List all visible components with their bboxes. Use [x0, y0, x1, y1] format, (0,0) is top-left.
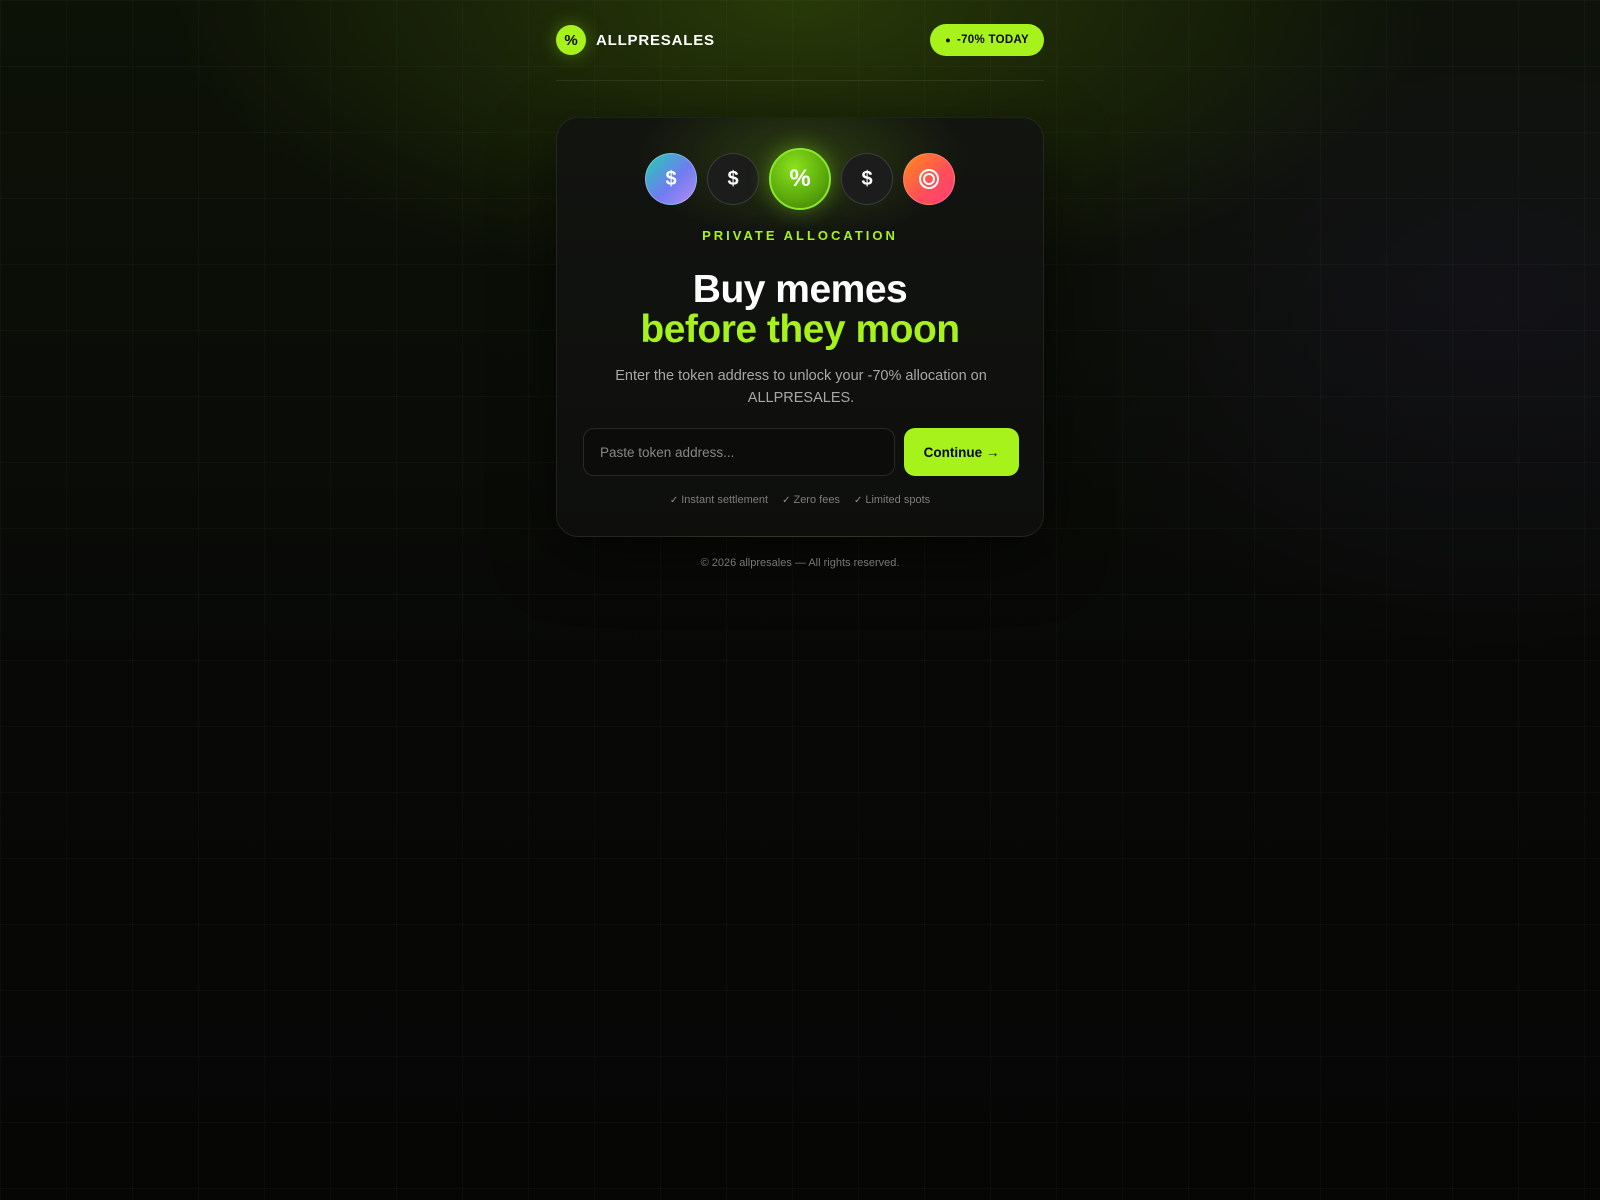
dollar-coin-icon: $ [841, 153, 893, 205]
allocation-card: $ $ % $ PRIVATE ALLOCATION Buy memes bef… [556, 117, 1044, 537]
headline: Buy memes before they moon [557, 270, 1043, 350]
badge-label: -70% TODAY [956, 34, 1029, 46]
check-icon: ✓ [782, 494, 791, 506]
feature-item: ✓ Limited spots [854, 494, 930, 506]
feature-label: Limited spots [865, 494, 931, 506]
brand-name: ALLPRESALES [596, 31, 715, 49]
percent-coin-icon: % [769, 148, 831, 210]
dot-icon: ● [945, 35, 951, 45]
token-form: Continue → [583, 428, 1019, 476]
subtext: Enter the token address to unlock your -… [615, 368, 987, 406]
page-container: % ALLPRESALES ● -70% TODAY $ $ % $ PRIVA… [556, 0, 1044, 569]
discount-badge: ● -70% TODAY [930, 24, 1044, 56]
coin-row: $ $ % $ [557, 148, 1043, 210]
feature-item: ✓ Zero fees [782, 494, 840, 506]
token-address-input[interactable] [583, 428, 895, 476]
ring-icon [919, 169, 939, 189]
dollar-coin-icon: $ [645, 153, 697, 205]
footer-copyright: © 2026 allpresales — All rights reserved… [700, 557, 900, 569]
percent-logo-icon: % [556, 25, 586, 55]
eyebrow-label: PRIVATE ALLOCATION [702, 228, 898, 243]
ring-coin-icon [903, 153, 955, 205]
dollar-coin-icon: $ [707, 153, 759, 205]
feature-label: Instant settlement [681, 494, 769, 506]
continue-button[interactable]: Continue → [904, 428, 1019, 476]
site-header: % ALLPRESALES ● -70% TODAY [556, 0, 1044, 81]
feature-list: ✓ Instant settlement ✓ Zero fees ✓ Limit… [557, 494, 1043, 506]
brand[interactable]: % ALLPRESALES [556, 25, 715, 55]
headline-line-1: Buy memes [692, 268, 908, 311]
feature-item: ✓ Instant settlement [670, 494, 768, 506]
headline-line-2: before they moon [640, 308, 960, 351]
feature-label: Zero fees [793, 494, 840, 506]
check-icon: ✓ [669, 494, 679, 506]
check-icon: ✓ [853, 494, 863, 506]
